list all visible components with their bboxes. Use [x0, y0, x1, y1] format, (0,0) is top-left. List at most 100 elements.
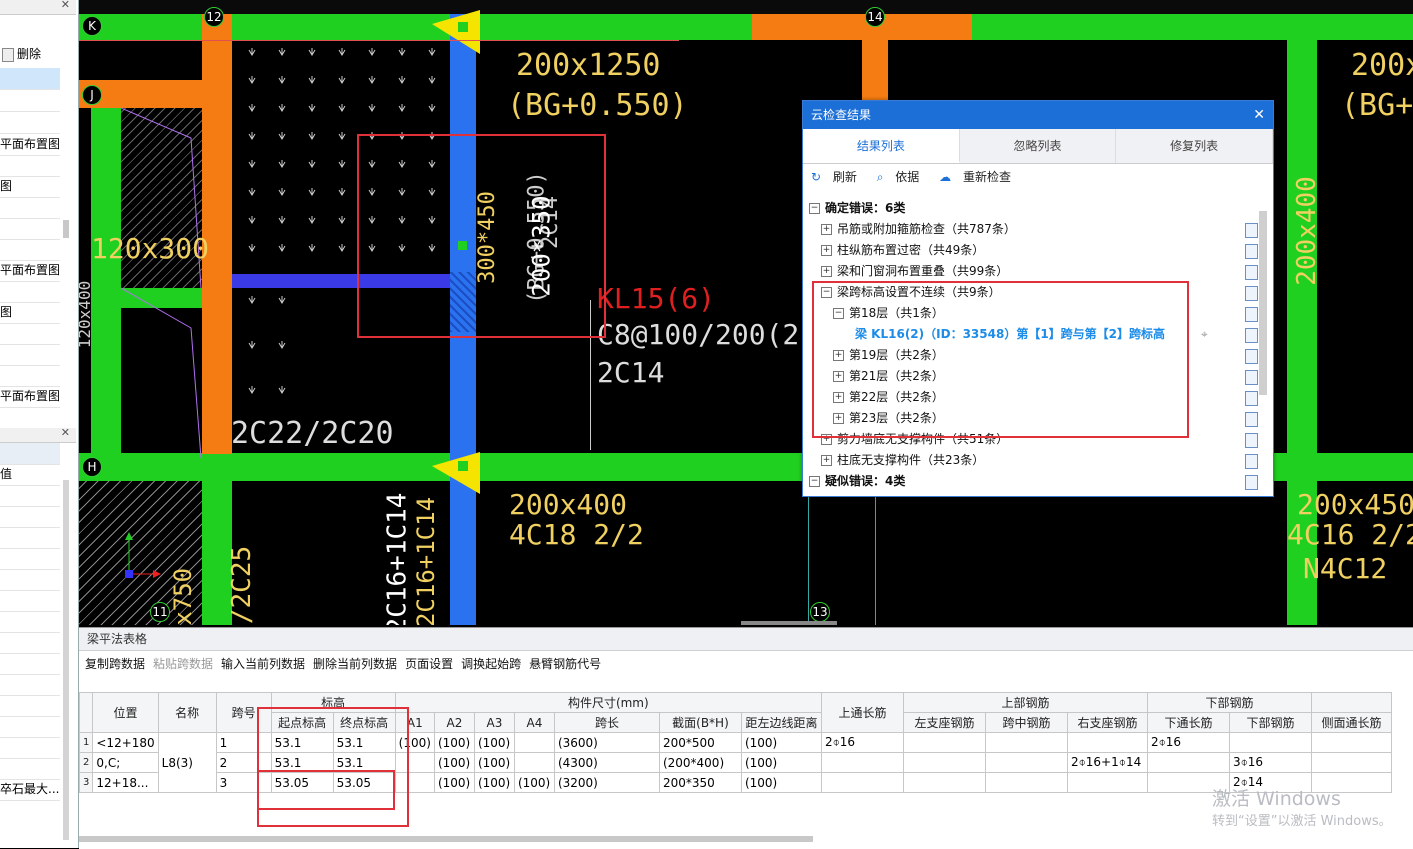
document-icon[interactable] [1245, 370, 1258, 385]
expand-icon[interactable]: + [821, 245, 832, 256]
table-cell[interactable] [1310, 752, 1392, 773]
tree-node[interactable]: + 柱底无支撑构件（共23条） [809, 450, 1258, 471]
table-cell[interactable] [984, 772, 1068, 793]
table-cell[interactable]: (200*400) [658, 752, 742, 773]
document-icon[interactable] [1245, 433, 1258, 448]
expand-icon[interactable]: + [821, 224, 832, 235]
tree-node[interactable]: + 柱纵筋布置过密（共49条） [809, 240, 1258, 261]
toolbar-button[interactable]: 悬臂钢筋代号 [529, 657, 601, 671]
close-icon[interactable]: ✕ [61, 426, 70, 439]
toolbar-button[interactable]: 调换起始跨 [461, 657, 521, 671]
table-cell[interactable]: (100) [513, 772, 555, 793]
panel-row[interactable] [0, 590, 60, 612]
panel-row[interactable] [0, 112, 60, 134]
document-icon[interactable] [1245, 391, 1258, 406]
panel-row[interactable] [0, 548, 60, 570]
splitter-handle[interactable] [741, 621, 837, 625]
table-cell[interactable] [1310, 732, 1392, 753]
panel-row[interactable] [0, 695, 60, 717]
table-cell[interactable]: 12+18... [92, 772, 159, 793]
toolbar-button[interactable]: 复制跨数据 [85, 657, 145, 671]
document-icon[interactable] [1245, 349, 1258, 364]
table-cell[interactable]: (100) [740, 772, 822, 793]
tab-results[interactable]: 结果列表 [803, 129, 960, 163]
table-cell[interactable] [902, 732, 986, 753]
row-number[interactable]: 3 [78, 772, 94, 793]
document-icon[interactable] [1245, 265, 1258, 280]
table-cell[interactable] [1146, 752, 1230, 773]
expand-icon[interactable]: + [821, 455, 832, 466]
table-cell[interactable]: (3600) [553, 732, 660, 753]
document-icon[interactable] [1245, 475, 1258, 490]
table-cell[interactable]: (100) [433, 772, 475, 793]
horizontal-scrollbar[interactable] [79, 836, 813, 842]
dialog-scrollbar[interactable] [1259, 211, 1267, 395]
panel-row[interactable] [0, 344, 60, 366]
panel-row[interactable] [0, 716, 60, 738]
panel-row[interactable] [0, 527, 60, 549]
tab-ignored[interactable]: 忽略列表 [960, 129, 1117, 163]
document-icon[interactable] [1245, 244, 1258, 259]
panel-row[interactable] [0, 281, 60, 303]
scrollbar-thumb[interactable] [63, 480, 69, 840]
table-cell[interactable]: (100) [473, 752, 515, 773]
table-cell[interactable] [1066, 732, 1148, 753]
row-number[interactable]: 2 [78, 752, 94, 773]
table-cell[interactable] [820, 772, 904, 793]
tree-node[interactable]: + 梁和门窗洞布置重叠（共99条） [809, 261, 1258, 282]
table-cell[interactable]: (3200) [553, 772, 660, 793]
panel-row[interactable] [0, 674, 60, 696]
table-cell[interactable]: 0,C; [92, 752, 159, 773]
document-icon[interactable] [1245, 454, 1258, 469]
table-cell[interactable] [984, 752, 1068, 773]
panel-row[interactable]: 平面布置图 [0, 260, 60, 282]
close-icon[interactable]: ✕ [61, 0, 70, 11]
table-cell[interactable]: (100) [740, 732, 822, 753]
table-cell[interactable] [513, 732, 555, 753]
table-cell[interactable]: 200*500 [658, 732, 742, 753]
panel-row[interactable]: 平面布置图 [0, 134, 60, 156]
table-cell[interactable]: (100) [740, 752, 822, 773]
table-cell[interactable]: (100) [473, 732, 515, 753]
panel-row[interactable] [0, 197, 60, 219]
table-cell[interactable] [1066, 772, 1148, 793]
toolbar-button[interactable]: 删除当前列数据 [313, 657, 397, 671]
table-cell[interactable] [984, 732, 1068, 753]
recheck-button[interactable]: ☁ 重新检查 [939, 170, 1019, 184]
dialog-titlebar[interactable]: 云检查结果 ✕ [803, 101, 1273, 129]
panel-row[interactable] [0, 758, 60, 780]
panel-row[interactable]: 图 [0, 176, 60, 198]
panel-row[interactable] [0, 506, 60, 528]
table-cell[interactable]: (100) [473, 772, 515, 793]
panel-row[interactable] [0, 365, 60, 387]
panel-row[interactable]: 卒石最大... [0, 779, 60, 801]
collapse-icon[interactable]: − [809, 476, 820, 487]
document-icon[interactable] [1245, 286, 1258, 301]
table-cell[interactable]: (100) [433, 752, 475, 773]
panel-row[interactable] [0, 323, 60, 345]
table-cell[interactable]: 2⌽16 [1146, 732, 1230, 753]
tab-repaired[interactable]: 修复列表 [1116, 129, 1274, 163]
panel-row[interactable] [0, 239, 60, 261]
toolbar-button[interactable]: 粘贴跨数据 [153, 657, 213, 671]
document-icon[interactable] [1245, 412, 1258, 427]
table-cell[interactable] [902, 772, 986, 793]
document-icon[interactable] [1245, 307, 1258, 322]
panel-row-selected[interactable] [0, 68, 60, 90]
panel-row[interactable] [0, 632, 60, 654]
table-cell[interactable]: <12+180 [92, 732, 159, 753]
table-cell[interactable]: 3⌽16 [1228, 752, 1312, 773]
row-number[interactable]: 1 [78, 732, 94, 753]
table-cell[interactable] [820, 752, 904, 773]
panel-row[interactable] [0, 737, 60, 759]
toolbar-button[interactable]: 页面设置 [405, 657, 453, 671]
table-cell[interactable]: (4300) [553, 752, 660, 773]
panel-row[interactable] [0, 90, 60, 112]
expand-icon[interactable]: + [821, 266, 832, 277]
basis-button[interactable]: ⌕ 依据 [877, 170, 928, 184]
collapse-icon[interactable]: − [809, 203, 820, 214]
panel-row[interactable] [0, 569, 60, 591]
table-cell[interactable]: 200*350 [658, 772, 742, 793]
table-cell[interactable]: 2⌽16+1⌽14 [1066, 752, 1148, 773]
panel-row[interactable]: 平面布置图 [0, 386, 60, 408]
